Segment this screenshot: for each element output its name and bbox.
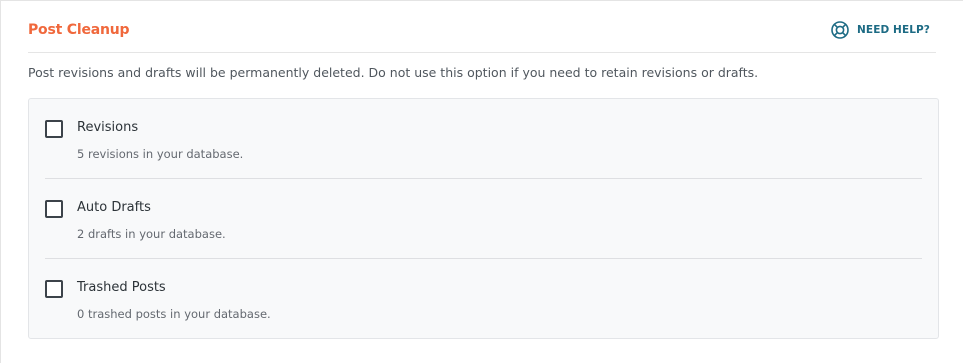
auto-drafts-label[interactable]: Auto Drafts bbox=[77, 200, 151, 215]
revisions-count: 5 revisions in your database. bbox=[77, 147, 244, 161]
section-header: Post Cleanup NEED HELP? bbox=[28, 12, 936, 53]
need-help-label[interactable]: NEED HELP? bbox=[857, 24, 930, 36]
cleanup-options-list: Revisions 5 revisions in your database. … bbox=[28, 98, 939, 339]
revisions-label[interactable]: Revisions bbox=[77, 120, 138, 135]
section-title: Post Cleanup bbox=[28, 22, 130, 38]
option-revisions: Revisions 5 revisions in your database. bbox=[45, 99, 922, 179]
auto-drafts-count: 2 drafts in your database. bbox=[77, 227, 226, 241]
option-auto-drafts: Auto Drafts 2 drafts in your database. bbox=[45, 179, 922, 259]
auto-drafts-checkbox[interactable] bbox=[45, 200, 63, 218]
trashed-posts-label[interactable]: Trashed Posts bbox=[77, 280, 166, 295]
post-cleanup-panel: Post Cleanup NEED HELP? Post revisions a… bbox=[0, 0, 963, 363]
revisions-checkbox[interactable] bbox=[45, 120, 63, 138]
need-help-button[interactable]: NEED HELP? bbox=[831, 20, 930, 40]
trashed-posts-count: 0 trashed posts in your database. bbox=[77, 307, 271, 321]
lifebuoy-icon bbox=[831, 21, 849, 39]
trashed-posts-checkbox[interactable] bbox=[45, 280, 63, 298]
section-description: Post revisions and drafts will be perman… bbox=[28, 65, 759, 80]
option-trashed-posts: Trashed Posts 0 trashed posts in your da… bbox=[45, 259, 922, 339]
